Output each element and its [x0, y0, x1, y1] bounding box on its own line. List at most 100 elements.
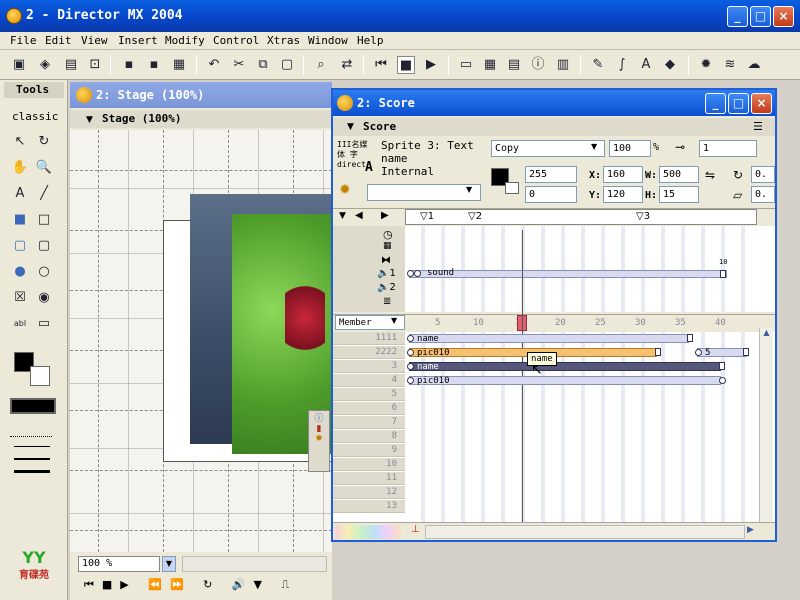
sprite-ch4-bar[interactable]	[409, 376, 721, 385]
next-marker-icon[interactable]: ▶	[381, 210, 389, 221]
channel-label-10[interactable]: 10	[333, 458, 405, 471]
channel-label-3[interactable]: 3	[333, 360, 405, 373]
channel-label-2[interactable]: 2222	[333, 346, 405, 359]
menu-xtras[interactable]: Xtras	[267, 34, 300, 47]
marker-2[interactable]: ▽2	[468, 211, 482, 222]
rotation-field[interactable]: 0.	[751, 166, 775, 183]
sprite-name-field[interactable]	[367, 184, 481, 201]
cast-window-icon[interactable]: ▦	[481, 56, 499, 74]
filled-rect-icon[interactable]: ■	[10, 210, 30, 230]
frame-field[interactable]: 1	[699, 140, 757, 157]
sound-channel-1[interactable]: 🔈1	[377, 268, 396, 279]
channel-label-11[interactable]: 11	[333, 472, 405, 485]
score-vscroll[interactable]: ▲	[759, 328, 773, 522]
close-button[interactable]: ×	[773, 6, 794, 27]
palette-channel-icon[interactable]: ▦	[383, 241, 392, 251]
import-icon[interactable]: ⊡	[86, 56, 104, 74]
new-cast-icon[interactable]: ◈	[36, 56, 54, 74]
exchange-icon[interactable]: ⇄	[338, 56, 356, 74]
x-field[interactable]: 160	[603, 166, 643, 183]
display-mode-dropdown-icon[interactable]: ▼	[391, 316, 397, 325]
channel-label-6[interactable]: 6	[333, 402, 405, 415]
rotation-icon[interactable]: ↻	[733, 168, 743, 182]
rewind-icon[interactable]: ⏮	[372, 56, 390, 74]
skew-icon[interactable]: ▱	[733, 188, 742, 202]
zoom-select[interactable]: 100 %	[78, 556, 160, 572]
stage-canvas[interactable]: ⓘ ▮ ✹	[70, 130, 332, 552]
blend-select[interactable]: 100	[609, 140, 651, 157]
score-collapse-icon[interactable]: ▼	[347, 122, 354, 132]
tweak-icon[interactable]: ⊸	[675, 140, 685, 154]
floating-mini-panel[interactable]: ⓘ ▮ ✹	[308, 410, 330, 472]
menu-control[interactable]: Control	[213, 34, 259, 47]
message-icon[interactable]: ☁	[745, 56, 763, 74]
line-1px-option[interactable]	[14, 446, 50, 447]
roundrect-icon[interactable]: ▢	[34, 236, 54, 256]
menu-help[interactable]: Help	[357, 34, 384, 47]
button-tool-icon[interactable]: ▭	[34, 314, 54, 334]
channel-label-9[interactable]: 9	[333, 444, 405, 457]
zoom-dropdown-arrow[interactable]: ▼	[162, 556, 176, 572]
menu-window[interactable]: Window	[308, 34, 348, 47]
menu-edit[interactable]: Edit	[45, 34, 72, 47]
channel-label-4[interactable]: 4	[333, 374, 405, 387]
filled-roundrect-icon[interactable]: ▢	[10, 236, 30, 256]
sound-sprite-bar[interactable]	[409, 270, 727, 278]
play-icon[interactable]: ▶	[422, 56, 440, 74]
fg-color-field[interactable]: 255	[525, 166, 577, 183]
prev-marker-icon[interactable]: ◀	[355, 210, 363, 221]
script-channel-icon[interactable]: ≣	[383, 296, 391, 307]
sprite-bg-color[interactable]	[505, 182, 519, 194]
property-inspector-icon[interactable]: ⓘ	[529, 56, 547, 74]
sprite-color-swatches[interactable]	[335, 525, 401, 539]
ink-dropdown-icon[interactable]: ▼	[591, 142, 597, 151]
marker-menu-icon[interactable]: ▼	[339, 211, 346, 221]
no-line-option[interactable]	[10, 436, 52, 437]
text-tool-icon[interactable]: A	[10, 184, 30, 204]
pattern-swatch[interactable]	[10, 398, 56, 414]
script-icon[interactable]: ≋	[721, 56, 739, 74]
playback-controls[interactable]: ⏮■▶ ⏪⏩ ↻ 🔊▼ ⎍	[84, 578, 297, 592]
hand-icon[interactable]: ✋	[10, 158, 30, 178]
minimize-button[interactable]: _	[727, 6, 748, 27]
sprite-ch3-bar[interactable]	[409, 362, 721, 371]
library-icon[interactable]: ▥	[554, 56, 572, 74]
score-hscroll[interactable]	[425, 525, 745, 539]
menu-file[interactable]: File	[10, 34, 37, 47]
flip-icon[interactable]: ⇋	[705, 168, 715, 182]
effects-cells[interactable]	[405, 226, 757, 312]
score-options-icon[interactable]: ☰	[753, 120, 763, 133]
find-icon[interactable]: ⌕	[312, 56, 330, 74]
sound-channel-2[interactable]: 🔈2	[377, 282, 396, 293]
score-maximize-button[interactable]: □	[728, 93, 749, 114]
marker-strip[interactable]: ▽1 ▽2 ▽3	[405, 209, 757, 225]
w-field[interactable]: 500	[659, 166, 699, 183]
text-icon[interactable]: A	[637, 56, 655, 74]
score-close-button[interactable]: ×	[751, 93, 772, 114]
h-field[interactable]: 15	[659, 186, 699, 203]
behavior-gear-icon[interactable]: ✹	[339, 182, 351, 198]
stop-icon[interactable]: ■	[397, 56, 415, 74]
maximize-button[interactable]: □	[750, 6, 771, 27]
new-movie-icon[interactable]: ▣	[10, 56, 28, 74]
skew-field[interactable]: 0.	[751, 186, 775, 203]
filled-ellipse-icon[interactable]: ●	[10, 262, 30, 282]
rotate-icon[interactable]: ↻	[34, 132, 54, 152]
score-minimize-button[interactable]: _	[705, 93, 726, 114]
channel-label-13[interactable]: 13	[333, 500, 405, 513]
ellipse-icon[interactable]: ○	[34, 262, 54, 282]
undo-icon[interactable]: ↶	[205, 56, 223, 74]
tempo-channel-icon[interactable]: ◷	[383, 228, 393, 241]
sprite-cells[interactable]	[405, 332, 757, 522]
tools-mode[interactable]: classic	[12, 110, 58, 123]
save-icon[interactable]: ▪	[120, 56, 138, 74]
bg-color-field[interactable]: 0	[525, 186, 577, 203]
stage-collapse-icon[interactable]: ▼	[86, 115, 93, 125]
menu-modify[interactable]: Modify	[165, 34, 205, 47]
sprite-ch1-bar[interactable]	[409, 334, 689, 343]
frame-ruler[interactable]: 5 10 15 20 25 30 35 40	[407, 315, 759, 331]
radio-tool-icon[interactable]: ◉	[34, 288, 54, 308]
shockwave-3d-icon[interactable]: ◆	[661, 56, 679, 74]
score-window-icon[interactable]: ▤	[505, 56, 523, 74]
paint-brush-icon[interactable]: ✎	[589, 56, 607, 74]
